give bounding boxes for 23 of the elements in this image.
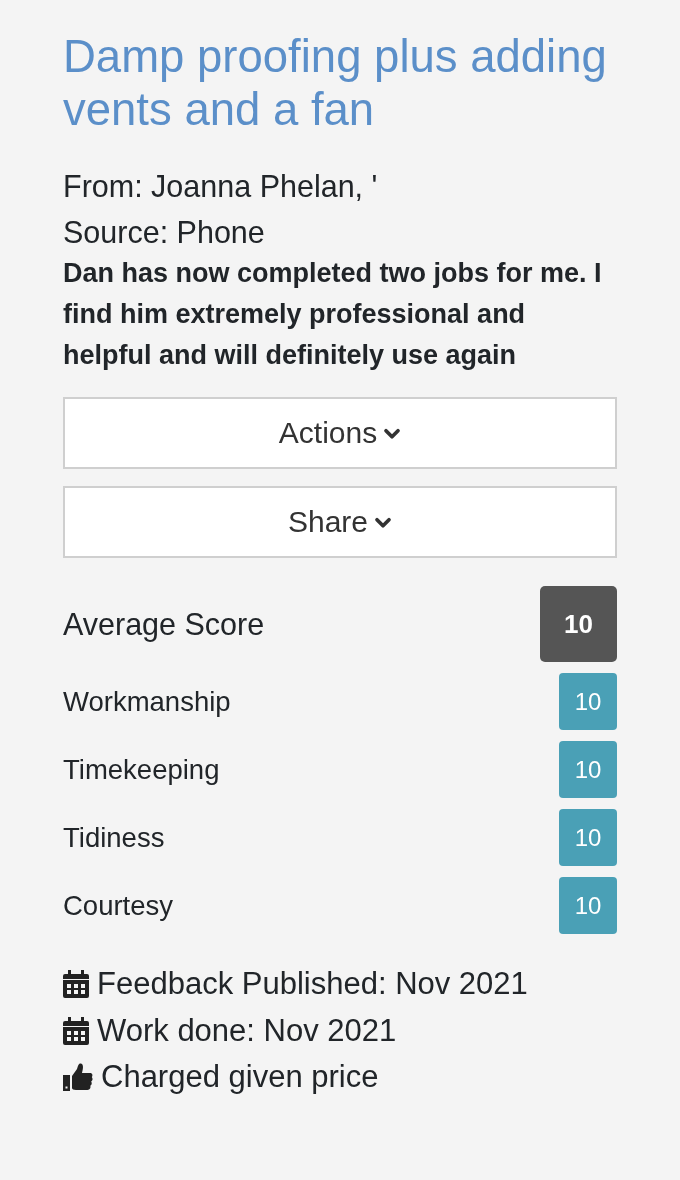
calendar-icon [63,1016,89,1045]
caret-icon [383,428,402,440]
reviewer-line: From: Joanna Phelan, ' [63,168,379,205]
caret-icon [374,517,393,529]
dropdown-button[interactable]: Actions [63,397,617,469]
rating-label: Timekeeping [63,753,220,786]
rating-badge: 10 [559,741,617,798]
dropdown-button[interactable]: Share [63,486,617,558]
rating-badge: 10 [559,877,617,934]
rating-label: Workmanship [63,685,231,718]
detail-text: Charged given price [101,1059,379,1096]
detail-text: Feedback Published: Nov 2021 [97,966,528,1003]
rating-label: Tidiness [63,821,165,854]
detail-text: Work done: Nov 2021 [97,1012,397,1049]
calendar-icon [63,970,89,999]
average-score-badge: 10 [540,586,617,662]
average-score-label: Average Score [63,606,265,642]
rating-badge: 10 [559,809,617,866]
review-comment: Dan has now completed two jobs for me. I find him extremely professional and helpful and will definitely use again [63,257,603,372]
thumbs-up-icon [63,1063,93,1092]
rating-label: Courtesy [63,889,174,922]
source-line: Source: Phone [63,214,266,251]
rating-badge: 10 [559,673,617,730]
